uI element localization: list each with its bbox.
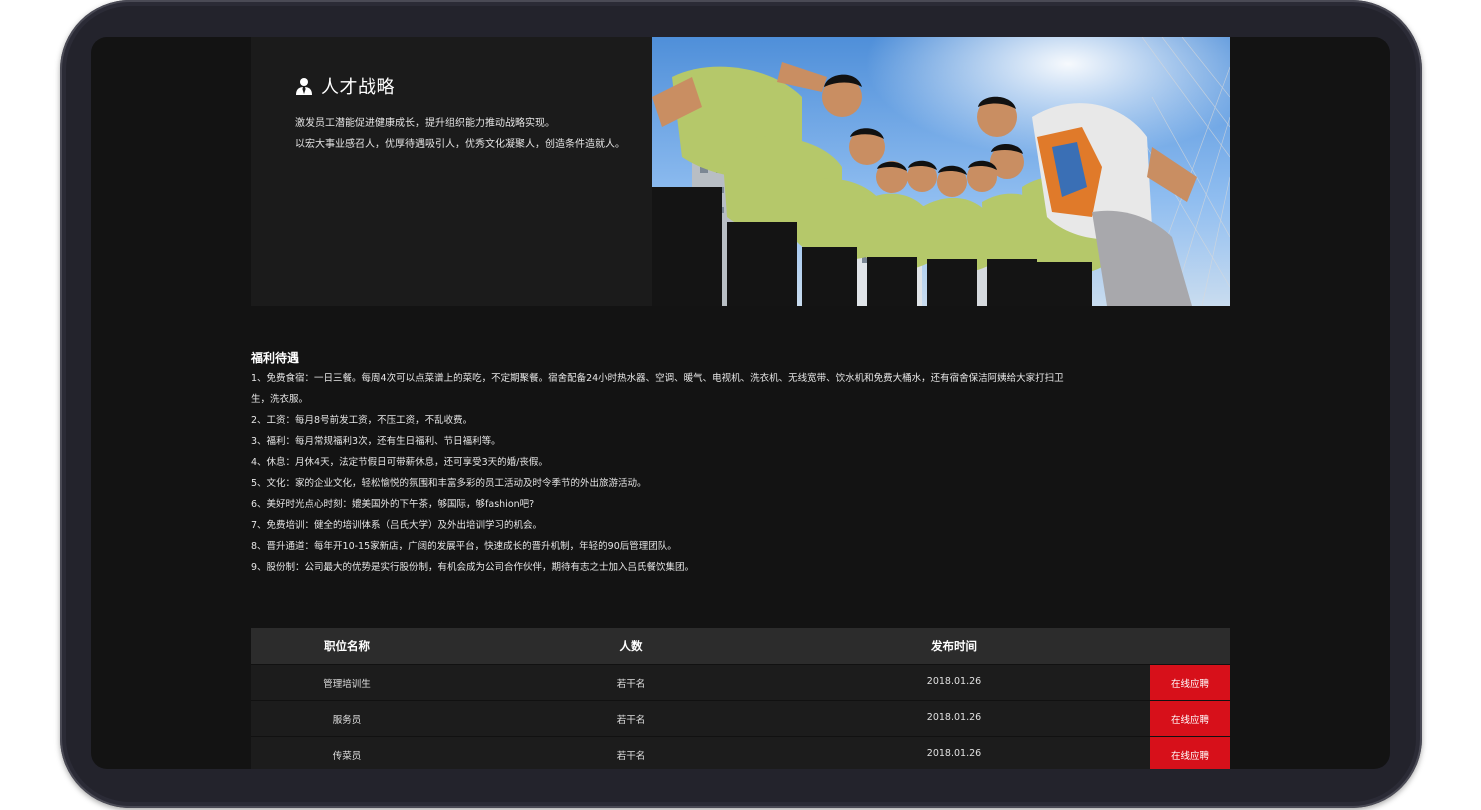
screen: 人才战略 激发员工潜能促进健康成长，提升组织能力推动战略实现。 以宏大事业感召人… <box>91 37 1390 769</box>
page-content: 人才战略 激发员工潜能促进健康成长，提升组织能力推动战略实现。 以宏大事业感召人… <box>251 37 1230 769</box>
job-count: 若干名 <box>616 715 646 726</box>
talent-strategy-section: 人才战略 激发员工潜能促进健康成长，提升组织能力推动战略实现。 以宏大事业感召人… <box>251 37 1230 306</box>
benefits-title: 福利待遇 <box>251 351 300 365</box>
header-position: 职位名称 <box>324 639 370 653</box>
apply-online-button[interactable]: 在线应聘 <box>1150 701 1230 736</box>
job-position: 服务员 <box>332 715 362 726</box>
job-count: 若干名 <box>616 679 646 690</box>
job-listings-table: 职位名称 人数 发布时间 管理培训生 若干名 2018.01.26 在线应聘 服… <box>251 628 1230 769</box>
table-row: 管理培训生 若干名 2018.01.26 在线应聘 <box>251 664 1230 700</box>
benefit-item: 2、工资：每月8号前发工资，不压工资，不乱收费。 <box>251 415 473 426</box>
talent-strategy-heading: 人才战略 <box>295 73 395 99</box>
benefit-item: 7、免费培训：健全的培训体系（吕氏大学）及外出培训学习的机会。 <box>251 520 543 531</box>
header-date: 发布时间 <box>931 639 977 653</box>
job-position: 管理培训生 <box>323 679 371 690</box>
table-row: 传菜员 若干名 2018.01.26 在线应聘 <box>251 736 1230 769</box>
table-row: 服务员 若干名 2018.01.26 在线应聘 <box>251 700 1230 736</box>
strategy-line: 以宏大事业感召人，优厚待遇吸引人，优秀文化凝聚人，创造条件造就人。 <box>295 139 625 150</box>
apply-online-button[interactable]: 在线应聘 <box>1150 737 1230 769</box>
job-date: 2018.01.26 <box>926 748 982 759</box>
team-huddle-photo <box>652 37 1230 306</box>
table-header: 职位名称 人数 发布时间 <box>251 628 1230 664</box>
benefit-item: 3、福利：每月常规福利3次，还有生日福利、节日福利等。 <box>251 436 501 447</box>
strategy-line: 激发员工潜能促进健康成长，提升组织能力推动战略实现。 <box>295 118 555 129</box>
talent-strategy-description: 激发员工潜能促进健康成长，提升组织能力推动战略实现。 以宏大事业感召人，优厚待遇… <box>295 113 625 155</box>
benefit-item: 8、晋升通道：每年开10-15家新店，广阔的发展平台，快速成长的晋升机制，年轻的… <box>251 541 677 552</box>
benefit-item: 1、免费食宿：一日三餐。每周4次可以点菜谱上的菜吃，不定期聚餐。宿舍配备24小时… <box>251 373 1064 384</box>
benefit-item: 生，洗衣服。 <box>251 394 309 405</box>
job-count: 若干名 <box>616 751 646 762</box>
talent-strategy-panel: 人才战略 激发员工潜能促进健康成长，提升组织能力推动战略实现。 以宏大事业感召人… <box>251 37 652 306</box>
benefit-item: 9、股份制：公司最大的优势是实行股份制，有机会成为公司合作伙伴，期待有志之士加入… <box>251 562 695 573</box>
team-huddle-image <box>652 37 1230 306</box>
job-date: 2018.01.26 <box>926 712 982 723</box>
apply-online-button[interactable]: 在线应聘 <box>1150 665 1230 700</box>
benefits-section: 福利待遇 1、免费食宿：一日三餐。每周4次可以点菜谱上的菜吃，不定期聚餐。宿舍配… <box>251 349 1111 578</box>
benefit-item: 6、美好时光点心时刻：媲美国外的下午茶，够国际，够fashion吧? <box>251 499 535 510</box>
header-count: 人数 <box>619 639 643 653</box>
page-title: 人才战略 <box>321 77 395 98</box>
person-suit-icon <box>296 78 312 95</box>
job-position: 传菜员 <box>332 751 362 762</box>
benefit-item: 5、文化：家的企业文化，轻松愉悦的氛围和丰富多彩的员工活动及时令季节的外出旅游活… <box>251 478 647 489</box>
benefit-item: 4、休息：月休4天，法定节假日可带薪休息，还可享受3天的婚/丧假。 <box>251 457 548 468</box>
job-date: 2018.01.26 <box>926 676 982 687</box>
